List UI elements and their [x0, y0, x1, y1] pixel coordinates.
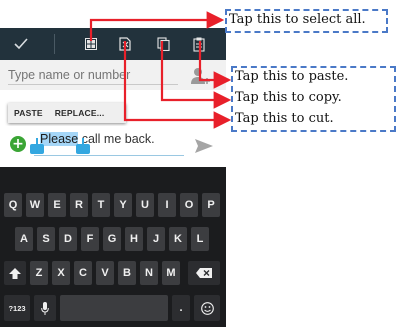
key-t[interactable]: T — [92, 193, 110, 217]
key-b[interactable]: B — [118, 261, 136, 285]
check-icon[interactable] — [8, 28, 34, 60]
selection-handle-right[interactable] — [76, 144, 90, 154]
key-l[interactable]: L — [191, 227, 209, 251]
key-z[interactable]: Z — [30, 261, 48, 285]
copy-icon[interactable] — [152, 28, 174, 60]
message-rest-text: call me back. — [78, 132, 155, 146]
key-x[interactable]: X — [52, 261, 70, 285]
key-a[interactable]: A — [15, 227, 33, 251]
key-m[interactable]: M — [162, 261, 180, 285]
copy-callout: Tap this to copy. — [235, 90, 342, 105]
smiley-icon — [200, 301, 214, 315]
key-d[interactable]: D — [59, 227, 77, 251]
key-v[interactable]: V — [96, 261, 114, 285]
emoji-key[interactable] — [194, 295, 220, 321]
message-field[interactable]: Please call me back. — [40, 132, 155, 146]
paste-icon[interactable] — [188, 28, 210, 60]
key-c[interactable]: C — [74, 261, 92, 285]
recipient-input[interactable] — [8, 65, 168, 85]
key-u[interactable]: U — [136, 193, 154, 217]
period-key[interactable]: . — [172, 295, 190, 321]
shift-key[interactable] — [4, 261, 26, 285]
add-attachment-icon[interactable]: + — [10, 136, 26, 152]
key-g[interactable]: G — [103, 227, 121, 251]
message-underline — [34, 155, 184, 156]
send-icon[interactable] — [194, 138, 214, 158]
replace-button[interactable]: REPLACE... — [49, 108, 111, 118]
recipient-row — [0, 60, 226, 90]
selection-handle-left[interactable] — [30, 144, 44, 154]
soft-keyboard: Q W E R T Y U I O P A S D F G H J K L Z … — [0, 167, 226, 327]
microphone-icon — [41, 301, 49, 315]
space-key[interactable] — [60, 295, 168, 321]
key-h[interactable]: H — [125, 227, 143, 251]
symbols-key[interactable]: ?123 — [4, 295, 30, 321]
selected-text[interactable]: Please — [40, 132, 79, 146]
key-r[interactable]: R — [70, 193, 88, 217]
backspace-key[interactable] — [188, 261, 220, 285]
action-bar-divider — [54, 34, 55, 54]
cut-callout: Tap this to cut. — [235, 111, 334, 126]
paste-popup: PASTE REPLACE... — [8, 103, 126, 123]
phone-screen: PASTE REPLACE... + Please call me back. … — [0, 0, 226, 327]
key-y[interactable]: Y — [114, 193, 132, 217]
shift-icon — [9, 267, 21, 279]
key-k[interactable]: K — [169, 227, 187, 251]
key-w[interactable]: W — [26, 193, 44, 217]
key-q[interactable]: Q — [4, 193, 22, 217]
contextual-action-bar — [0, 28, 226, 60]
key-o[interactable]: O — [180, 193, 198, 217]
select-all-icon[interactable] — [80, 28, 102, 60]
key-p[interactable]: P — [202, 193, 220, 217]
select-all-callout: Tap this to select all. — [229, 12, 366, 27]
key-j[interactable]: J — [147, 227, 165, 251]
key-s[interactable]: S — [37, 227, 55, 251]
key-n[interactable]: N — [140, 261, 158, 285]
paste-callout: Tap this to paste. — [235, 69, 349, 84]
key-f[interactable]: F — [81, 227, 99, 251]
backspace-icon — [196, 268, 212, 278]
key-e[interactable]: E — [48, 193, 66, 217]
paste-button[interactable]: PASTE — [8, 108, 49, 118]
voice-input-key[interactable] — [34, 295, 56, 321]
key-i[interactable]: I — [158, 193, 176, 217]
add-contact-icon[interactable] — [190, 66, 212, 86]
recipient-underline — [8, 84, 178, 85]
cut-icon[interactable] — [114, 28, 136, 60]
